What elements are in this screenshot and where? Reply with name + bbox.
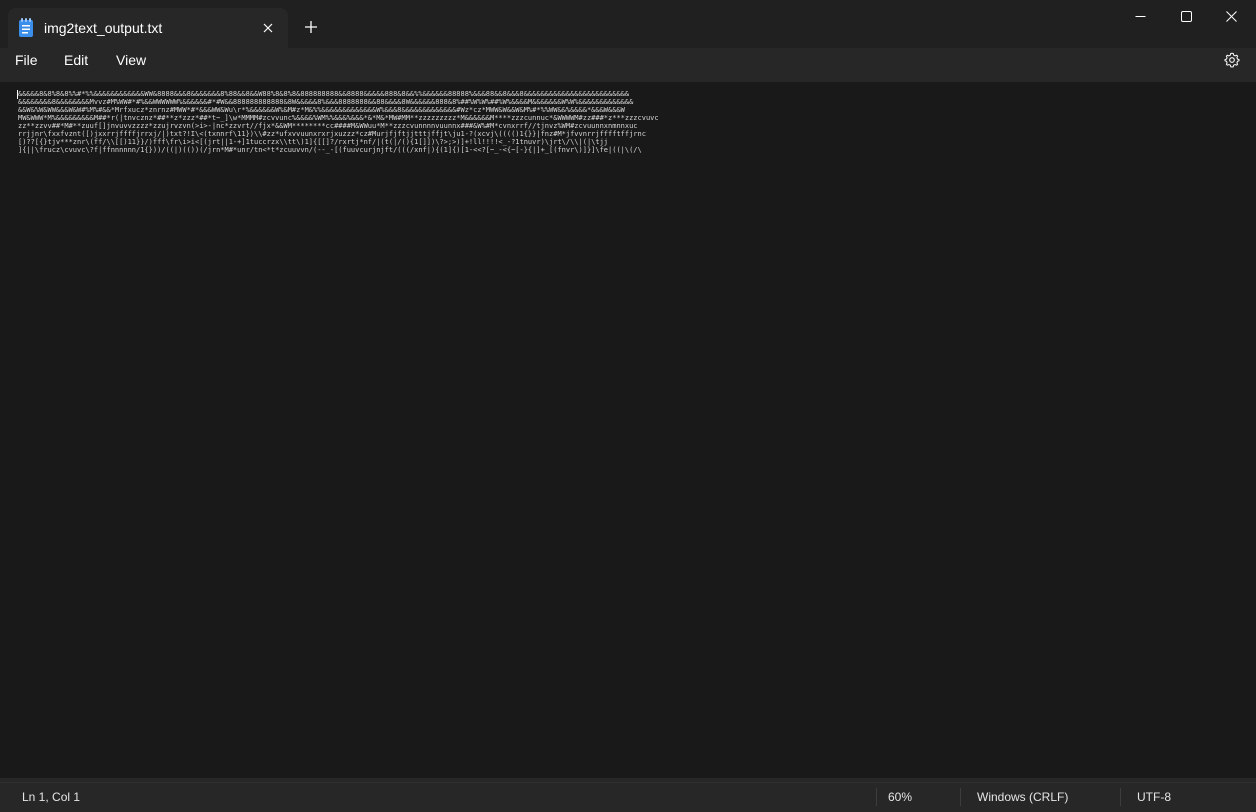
text-line: &&&&&&&&8&&&&&&&&Mvvz#M%WW#*#%&&WWWWWW%&… [18,98,634,106]
close-icon[interactable] [1208,0,1254,32]
gear-icon[interactable] [1222,50,1242,70]
file-tab[interactable]: img2text_output.txt [8,8,288,48]
line-ending[interactable]: Windows (CRLF) [977,790,1068,804]
text-line: &&W&%W&WW&&&W&W#%M%#&&*Mrfxucz*znrnz#MWW… [18,106,625,114]
encoding[interactable]: UTF-8 [1137,790,1171,804]
text-line: zz**zzvv##*M#**zuuf[]jnvuvvzzzz*zzujrvzv… [18,122,638,130]
cursor-position[interactable]: Ln 1, Col 1 [22,790,80,804]
menu-view[interactable]: View [116,52,146,68]
text-editor[interactable]: &&&&&8&8%8&8%%#*%%&&&&&&&&&&&&WW&8888&&&… [0,82,1256,778]
tab-title: img2text_output.txt [44,20,163,36]
text-line: ]{||\frucz\cvuvc\?f|ffnnnnnn/1{}))/((|)(… [18,146,642,154]
text-line: MW&WWW*M%&&&&&&&&&M##*r(|tnvcznz*##**z*z… [18,114,659,122]
editor-text-area[interactable]: &&&&&8&8%8&8%%#*%%&&&&&&&&&&&&WW&8888&&&… [18,90,768,702]
text-line: rrjjnr\fxxfvznt([)jxxrrjffffjrrxj/|)txt?… [18,130,646,138]
status-separator [1120,788,1121,806]
title-bar: img2text_output.txt [0,0,1256,48]
status-bar: Ln 1, Col 1 60% Windows (CRLF) UTF-8 [0,782,1256,812]
text-line: [)??[{}tjv***znr\(ff/\\[[)11}}/)fff\fr\i… [18,138,609,146]
text-caret [17,90,18,99]
minimize-icon[interactable] [1117,0,1163,32]
maximize-icon[interactable] [1163,0,1209,32]
menu-bar: File Edit View [0,48,1256,72]
status-separator [960,788,961,806]
menu-file[interactable]: File [15,52,38,68]
status-separator [876,788,877,806]
text-line: &&&&&8&8%8&8%%#*%%&&&&&&&&&&&&WW&8888&&&… [18,90,630,98]
notepad-icon [18,18,34,38]
menu-edit[interactable]: Edit [64,52,88,68]
new-tab-button[interactable] [300,16,322,38]
close-tab-icon[interactable] [258,18,278,38]
zoom-level[interactable]: 60% [888,790,912,804]
